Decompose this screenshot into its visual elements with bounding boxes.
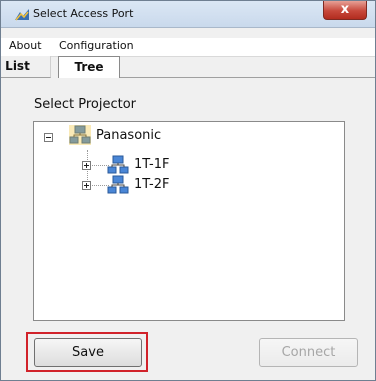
- title-bar: Select Access Port x: [1, 1, 375, 28]
- network-icon: [69, 125, 91, 145]
- select-projector-label: Select Projector: [34, 97, 137, 112]
- network-icon: [107, 175, 129, 194]
- menu-bar: About Configuration: [1, 38, 375, 57]
- expand-toggle[interactable]: [82, 181, 91, 190]
- close-icon: x: [340, 2, 350, 17]
- connect-button[interactable]: Connect: [259, 338, 358, 367]
- tab-divider: [120, 77, 375, 78]
- tree-node-label[interactable]: 1T-2F: [134, 177, 169, 192]
- save-highlight: [26, 332, 148, 372]
- tree-node-label[interactable]: 1T-1F: [134, 157, 169, 172]
- tab-list[interactable]: List: [1, 56, 51, 78]
- menu-about[interactable]: About: [9, 39, 42, 52]
- dialog-window: Select Access Port x About Configuration…: [0, 0, 376, 381]
- tree-node-label[interactable]: Panasonic: [96, 128, 161, 143]
- app-icon: [15, 9, 29, 21]
- window-title: Select Access Port: [33, 7, 134, 20]
- network-icon: [107, 155, 129, 174]
- menu-configuration[interactable]: Configuration: [59, 39, 134, 52]
- collapse-toggle[interactable]: [44, 133, 53, 142]
- projector-tree[interactable]: Panasonic 1T-1F 1T-2F: [33, 121, 345, 321]
- close-button[interactable]: x: [323, 1, 367, 20]
- tab-tree-label: Tree: [74, 60, 104, 74]
- tab-list-label: List: [5, 59, 30, 73]
- tab-strip: List Tree: [1, 56, 375, 78]
- expand-toggle[interactable]: [82, 161, 91, 170]
- tab-tree[interactable]: Tree: [58, 56, 120, 78]
